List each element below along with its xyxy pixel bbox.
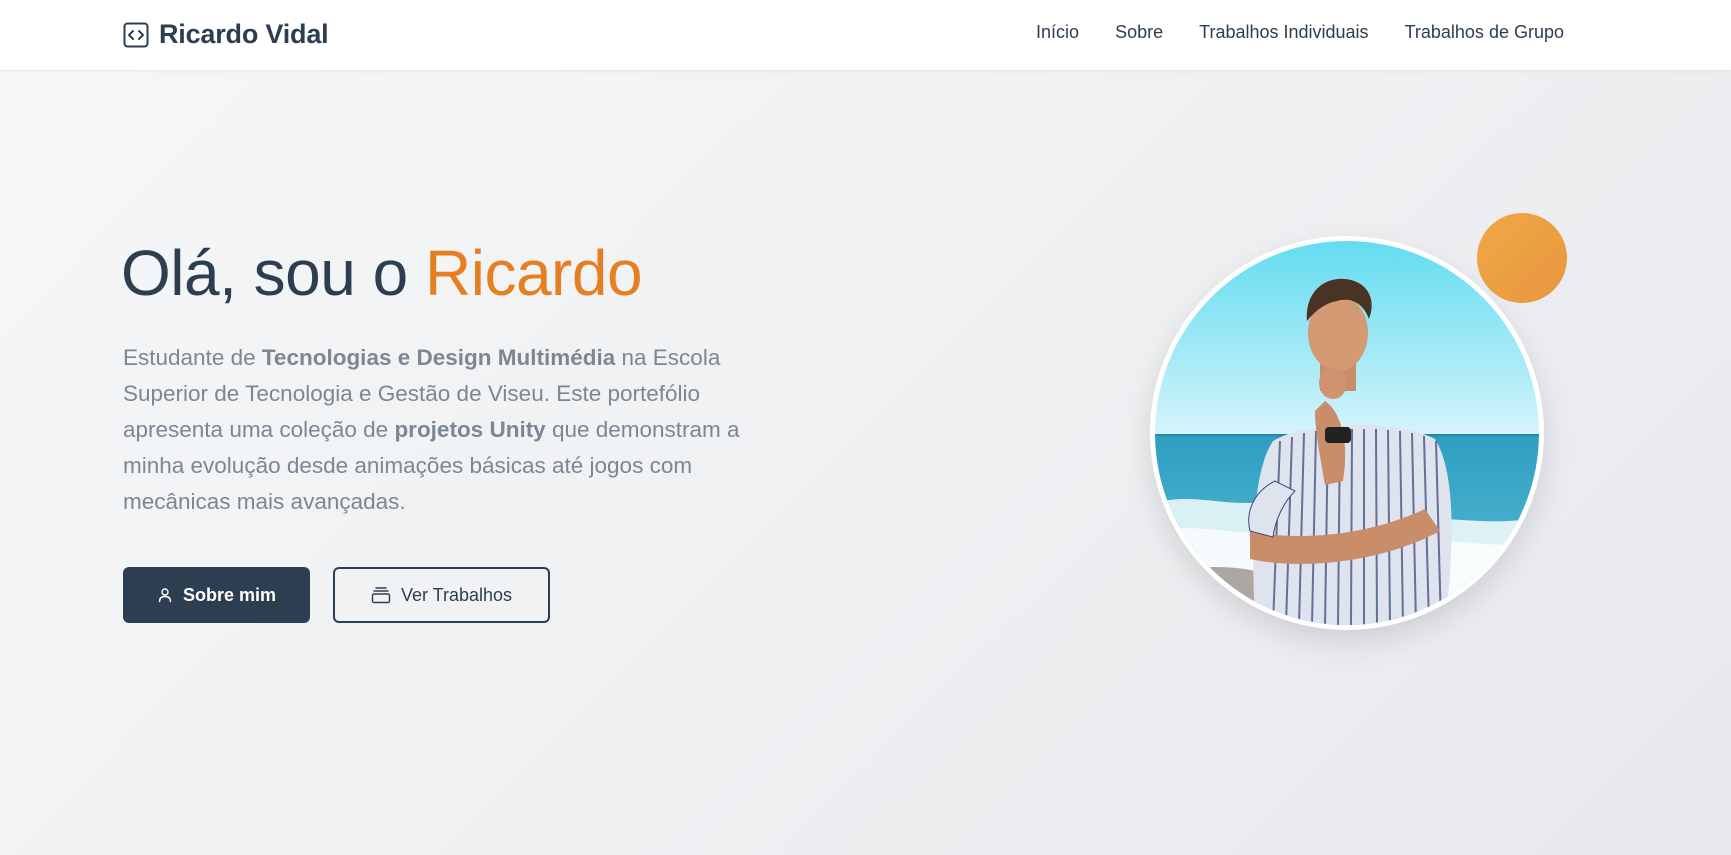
hero-title-name: Ricardo — [425, 237, 643, 309]
hero-description: Estudante de Tecnologias e Design Multim… — [123, 340, 783, 520]
view-works-button[interactable]: Ver Trabalhos — [333, 567, 550, 623]
brand-logo[interactable]: Ricardo Vidal — [123, 19, 329, 50]
view-works-button-label: Ver Trabalhos — [400, 584, 513, 605]
user-icon — [157, 587, 173, 603]
nav-link-sobre[interactable]: Sobre — [1115, 22, 1163, 43]
profile-photo — [1155, 241, 1539, 625]
hero-desc-part1: Estudante de — [123, 345, 262, 370]
site-header: Ricardo Vidal Início Sobre Trabalhos Ind… — [0, 0, 1731, 71]
hero-title-prefix: Olá, sou o — [121, 237, 425, 309]
brand-name: Ricardo Vidal — [159, 19, 329, 49]
hero-title: Olá, sou o Ricardo — [121, 236, 643, 310]
layers-icon — [371, 586, 391, 604]
hero-desc-course: Tecnologias e Design Multimédia — [261, 345, 616, 370]
nav-link-trabalhos-individuais[interactable]: Trabalhos Individuais — [1199, 22, 1368, 43]
profile-photo-frame — [1150, 236, 1544, 630]
decorative-circle — [1477, 213, 1567, 303]
code-icon — [123, 22, 149, 48]
nav-link-inicio[interactable]: Início — [1036, 22, 1079, 43]
hero-desc-unity: projetos Unity — [394, 417, 546, 442]
nav-link-trabalhos-de-grupo[interactable]: Trabalhos de Grupo — [1405, 22, 1564, 43]
about-me-button[interactable]: Sobre mim — [123, 567, 310, 623]
main-nav: Início Sobre Trabalhos Individuais Traba… — [1036, 22, 1564, 43]
about-me-button-label: Sobre mim — [182, 584, 277, 605]
